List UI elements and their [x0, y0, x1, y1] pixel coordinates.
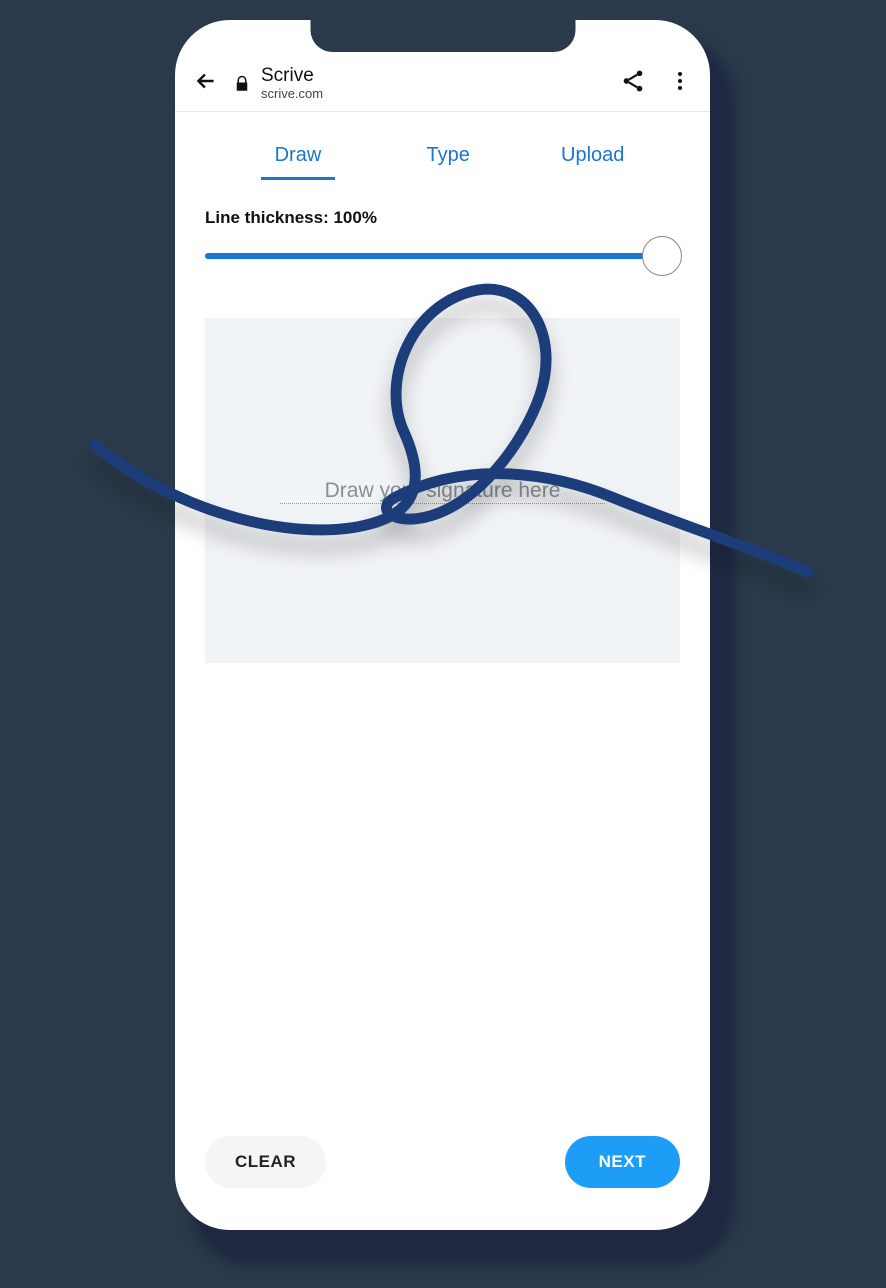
share-icon [620, 68, 646, 94]
site-name: Scrive [261, 66, 323, 87]
site-url: scrive.com [261, 87, 323, 101]
tabs: Draw Type Upload [175, 112, 710, 180]
back-button[interactable] [193, 68, 219, 99]
more-button[interactable] [668, 69, 692, 98]
tab-upload[interactable]: Upload [561, 144, 624, 180]
tab-type[interactable]: Type [426, 144, 469, 180]
lock-icon [233, 75, 251, 93]
thickness-section: Line thickness: 100% [175, 180, 710, 276]
more-vertical-icon [668, 69, 692, 93]
phone-frame: Scrive scrive.com Draw Type Upload [175, 20, 710, 1230]
screen: Scrive scrive.com Draw Type Upload [175, 20, 710, 1230]
signature-canvas[interactable]: Draw your signature here [205, 318, 680, 663]
tab-draw[interactable]: Draw [261, 144, 336, 180]
slider-thumb[interactable] [642, 236, 682, 276]
thickness-label: Line thickness: 100% [205, 208, 680, 228]
next-button[interactable]: NEXT [565, 1136, 680, 1188]
back-arrow-icon [193, 68, 219, 94]
share-button[interactable] [620, 68, 654, 99]
footer-actions: CLEAR NEXT [205, 1136, 680, 1188]
site-info[interactable]: Scrive scrive.com [233, 66, 606, 101]
signature-baseline [280, 503, 605, 504]
canvas-placeholder: Draw your signature here [325, 479, 561, 503]
slider-track [205, 253, 680, 259]
phone-notch [310, 20, 575, 52]
thickness-slider[interactable] [205, 236, 680, 276]
clear-button[interactable]: CLEAR [205, 1136, 326, 1188]
